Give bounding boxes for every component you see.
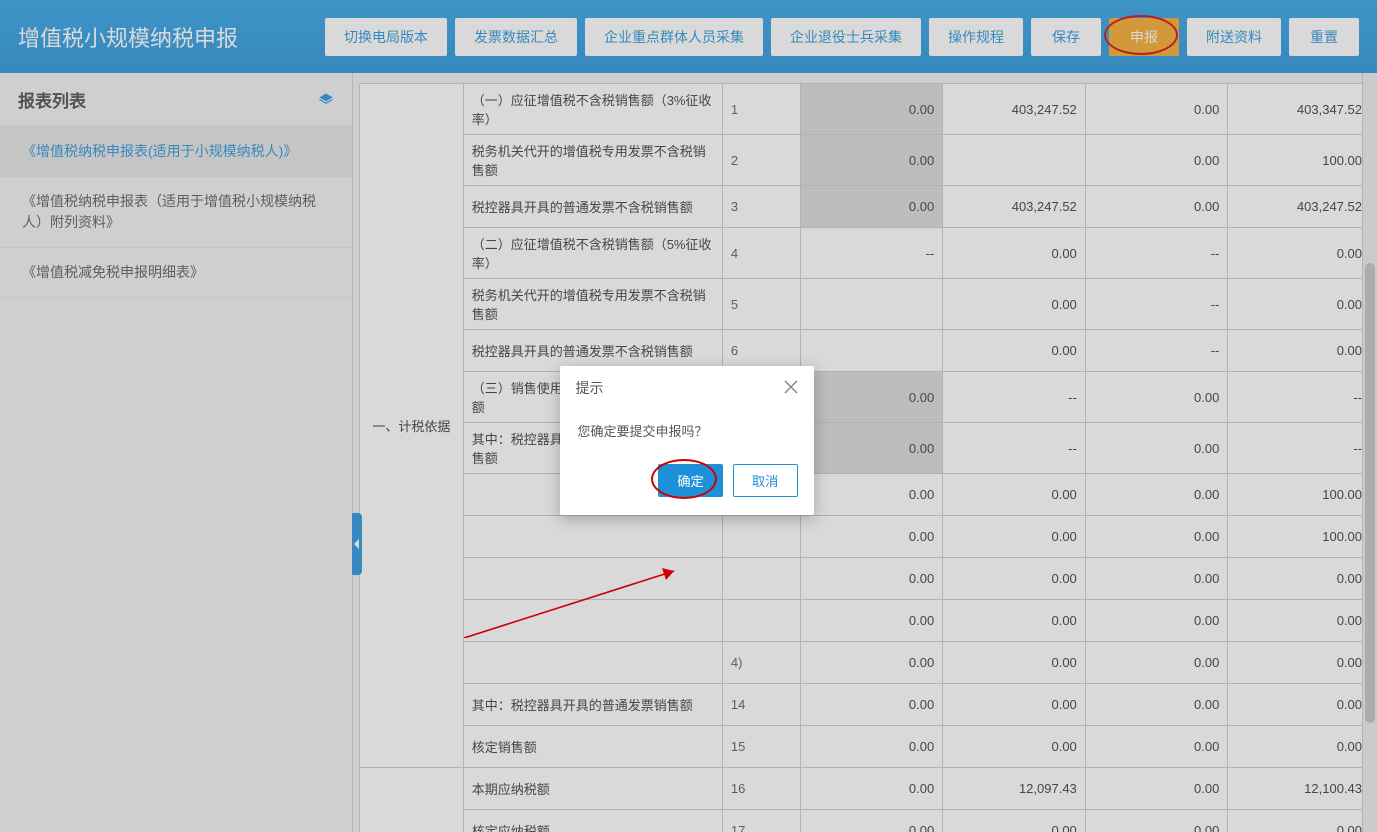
dialog-ok-button[interactable]: 确定 (658, 464, 723, 497)
dialog-cancel-button[interactable]: 取消 (733, 464, 798, 497)
dialog-close-button[interactable] (784, 378, 798, 399)
modal-overlay: 提示 您确定要提交申报吗？ 确定 取消 (0, 0, 1377, 832)
annotation-arrow-icon (464, 568, 694, 638)
dialog-ok-label: 确定 (677, 474, 704, 489)
dialog-title: 提示 (576, 378, 604, 398)
dialog-header: 提示 (560, 366, 814, 411)
close-icon (784, 380, 798, 394)
confirm-dialog: 提示 您确定要提交申报吗？ 确定 取消 (560, 366, 814, 515)
dialog-message: 您确定要提交申报吗？ (560, 411, 814, 464)
dialog-footer: 确定 取消 (560, 464, 814, 515)
